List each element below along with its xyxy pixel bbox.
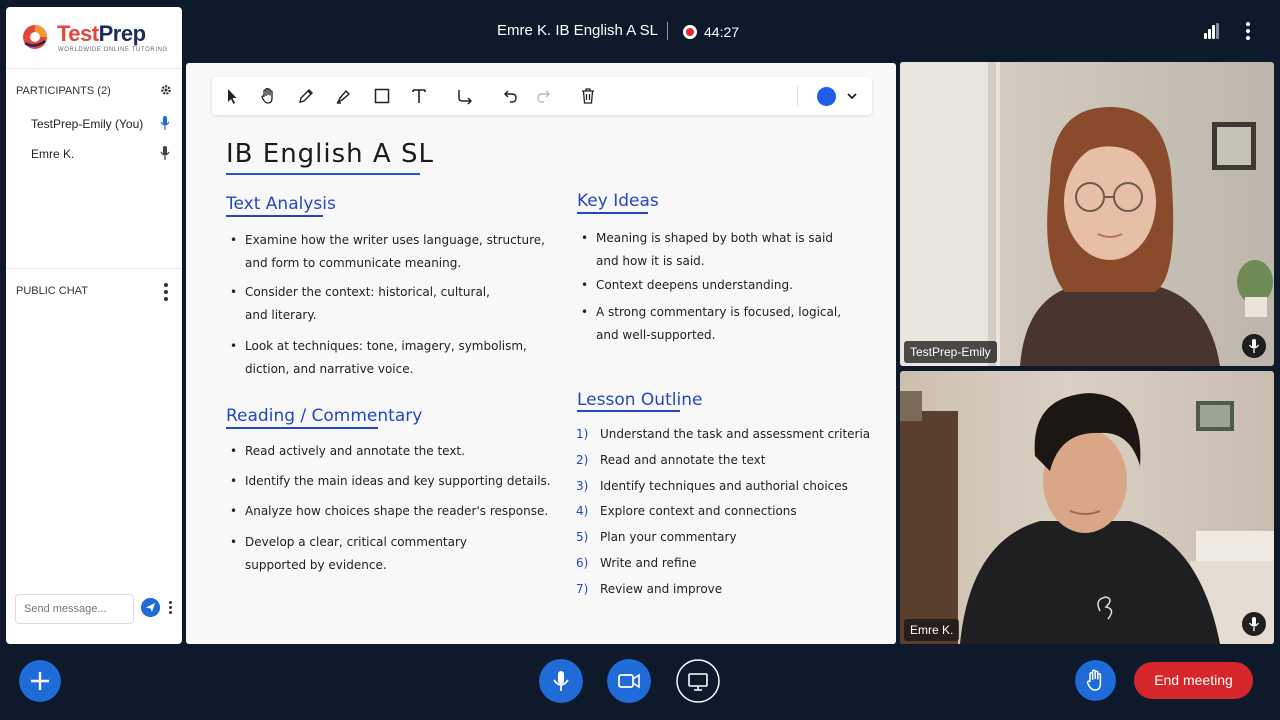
participant-emily[interactable]: TestPrep-Emily (You) (31, 117, 143, 131)
add-plus-button[interactable] (19, 660, 61, 702)
hand-pan-icon[interactable] (258, 86, 278, 106)
section-heading-text-analysis: Text Analysis (226, 194, 336, 214)
select-arrow-icon[interactable] (222, 86, 242, 106)
chat-message-input[interactable] (15, 594, 134, 624)
redo-icon[interactable] (534, 86, 554, 106)
color-picker-swatch[interactable] (817, 87, 836, 106)
logo-tagline: WORLDWIDE ONLINE TUTORING (58, 47, 168, 53)
list-item: • Look at techniques: tone, imagery, symb… (230, 339, 527, 376)
list-item: • A strong commentary is focused, logical… (581, 305, 842, 342)
toolbar-divider (797, 86, 798, 106)
top-bar: Emre K. IB English A SL 44:27 (185, 0, 1280, 62)
heading-underline (226, 215, 323, 217)
testprep-logo-icon (23, 25, 47, 49)
outline-item: 2) Read and annotate the text (576, 453, 766, 467)
list-item: • Examine how the writer uses language, s… (230, 233, 545, 270)
camera-toggle-button[interactable] (607, 659, 651, 703)
mic-icon (160, 116, 170, 130)
video-name-tag: TestPrep-Emily (904, 341, 997, 363)
recording-icon (683, 25, 697, 39)
outline-item: 3) Identify techniques and authorial choi… (576, 479, 848, 493)
mic-icon (1242, 334, 1266, 358)
logo-wordmark: TestPrep (57, 21, 146, 46)
section-heading-reading-commentary: Reading / Commentary (226, 406, 423, 426)
list-item: • Meaning is shaped by both what is said a… (581, 231, 833, 268)
heading-underline (577, 410, 680, 412)
list-item: • Identify the main ideas and key support… (230, 474, 551, 488)
more-options-icon[interactable] (1245, 22, 1251, 40)
send-icon[interactable] (141, 598, 160, 617)
header-divider (667, 22, 668, 40)
participant-video-emily (900, 62, 1273, 366)
participant-video-emre (900, 391, 1274, 644)
undo-icon[interactable] (500, 86, 520, 106)
video-name-tag: Emre K. (904, 619, 960, 641)
highlighter-icon[interactable] (334, 86, 354, 106)
screen-share-button[interactable] (676, 659, 720, 703)
list-item: • Context deepens understanding. (581, 278, 793, 292)
gear-icon[interactable] (160, 84, 172, 96)
list-item: • Develop a clear, critical commentary sup… (230, 535, 468, 572)
outline-item: 4) Explore context and connections (576, 504, 797, 518)
pencil-icon[interactable] (296, 86, 316, 106)
board-title: IB English A SL (226, 139, 434, 169)
text-icon[interactable] (409, 86, 429, 106)
microphone-toggle-button[interactable] (539, 659, 583, 703)
sidebar-divider (6, 268, 182, 269)
end-meeting-button[interactable]: End meeting (1134, 662, 1253, 699)
trash-icon[interactable] (578, 86, 598, 106)
participants-heading: PARTICIPANTS (2) (16, 85, 111, 97)
raise-hand-button[interactable] (1075, 660, 1116, 701)
chat-options-icon[interactable] (163, 283, 169, 304)
list-item: • Read actively and annotate the text. (230, 444, 465, 458)
meeting-timer: 44:27 (704, 24, 740, 40)
sidebar: TestPrep WORLDWIDE ONLINE TUTORING PARTI… (6, 7, 182, 644)
mic-icon (160, 146, 170, 160)
participant-emre[interactable]: Emre K. (31, 147, 74, 161)
video-tile-emily[interactable]: TestPrep-Emily (900, 62, 1274, 366)
connector-icon[interactable] (455, 86, 475, 106)
section-heading-lesson-outline: Lesson Outline (577, 390, 703, 410)
title-underline (226, 173, 420, 175)
rectangle-icon[interactable] (372, 86, 392, 106)
list-item: • Analyze how choices shape the reader's … (230, 504, 549, 518)
chat-more-icon[interactable] (167, 601, 173, 616)
heading-underline (226, 427, 378, 429)
outline-item: 5) Plan your commentary (576, 530, 737, 544)
connection-signal-icon[interactable] (1204, 23, 1220, 39)
outline-item: 6) Write and refine (576, 556, 697, 570)
outline-item: 1) Understand the task and assessment cri… (576, 427, 871, 441)
meeting-title: Emre K. IB English A SL (497, 22, 658, 39)
list-item: • Consider the context: historical, cultu… (230, 285, 490, 322)
section-heading-key-ideas: Key Ideas (577, 191, 659, 211)
mic-icon (1242, 612, 1266, 636)
video-tile-emre[interactable]: Emre K. (900, 371, 1274, 644)
whiteboard-toolbar (212, 77, 872, 115)
public-chat-heading: PUBLIC CHAT (16, 285, 88, 297)
heading-underline (577, 212, 648, 214)
outline-item: 7) Review and improve (576, 582, 723, 596)
logo: TestPrep WORLDWIDE ONLINE TUTORING (6, 7, 182, 69)
whiteboard[interactable]: IB English A SL Text Analysis • Examine h… (186, 63, 896, 644)
chevron-down-icon[interactable] (846, 90, 858, 102)
